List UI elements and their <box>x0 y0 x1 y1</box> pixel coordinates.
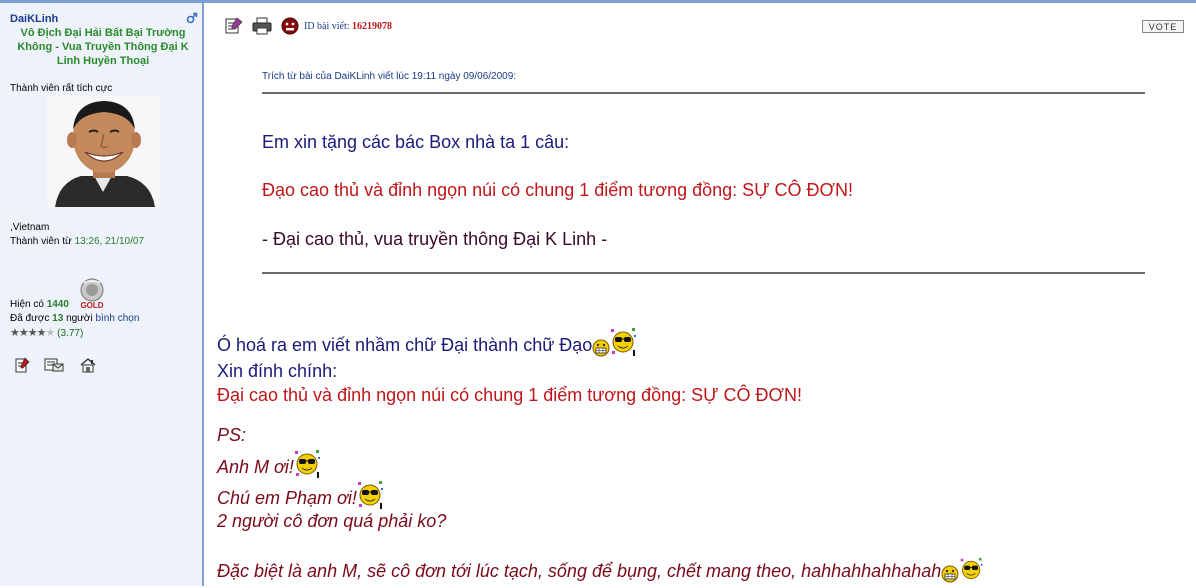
report-icon[interactable] <box>281 17 299 35</box>
edit-post-icon[interactable] <box>224 17 244 35</box>
ps-line-2-text: Chú em Phạm ơi! <box>217 488 357 508</box>
member-rank: Thành viên rất tích cực <box>10 83 113 94</box>
post-line-3: Đại cao thủ và đỉnh ngọn núi có chung 1 … <box>217 385 802 405</box>
avatar[interactable] <box>47 96 160 207</box>
join-date-value: 13:26, 21/10/07 <box>74 236 145 247</box>
ps-line-4: Đặc biệt là anh M, sẽ cô đơn tới lúc tạc… <box>217 557 985 588</box>
gold-badge-label: GOLD <box>80 301 103 310</box>
rating: ★★★★★ (3.77) <box>10 326 83 339</box>
cool-smiley-icon <box>357 480 385 515</box>
star-icon: ★ <box>27 327 38 339</box>
voters-count: 13 <box>52 313 64 324</box>
post-line-1-text: Ó hoá ra em viết nhầm chữ Đại thành chữ … <box>217 335 593 355</box>
user-location: ,Vietnam <box>10 222 50 233</box>
ps-line-2: Chú em Phạm ơi! <box>217 480 385 515</box>
ps-line-1-text: Anh M ơi! <box>217 457 294 477</box>
gold-badge-icon: GOLD <box>80 278 104 310</box>
ps-line-3: 2 người cô đơn quá phải ko? <box>217 511 447 531</box>
ps-label: PS: <box>217 425 247 445</box>
join-date-label: Thành viên từ <box>10 236 72 247</box>
profile-actions <box>14 357 107 378</box>
star-icon: ★ <box>18 327 29 339</box>
message-icon[interactable] <box>44 357 64 378</box>
user-title: Vô Địch Đại Hải Bất Bại Trường Không - V… <box>17 27 189 67</box>
post-line-1: Ó hoá ra em viết nhầm chữ Đại thành chữ … <box>217 327 638 362</box>
star-icon: ★ <box>10 327 20 339</box>
home-icon[interactable] <box>79 357 97 378</box>
star-empty-icon: ★ <box>45 327 56 339</box>
post-id: ID bài viết: 16219078 <box>304 21 392 32</box>
profile-icon[interactable] <box>14 357 30 378</box>
quote-line-2: Đạo cao thủ và đỉnh ngọn núi có chung 1 … <box>262 180 853 200</box>
post-id-label: ID bài viết: <box>304 21 350 32</box>
ps-line-1: Anh M ơi! <box>217 449 322 484</box>
join-date: Thành viên từ 13:26, 21/10/07 <box>10 236 144 247</box>
points-value: 1440 <box>46 299 69 310</box>
voters-suffix: người <box>66 313 93 324</box>
vote-link[interactable]: bình chọn <box>95 313 139 324</box>
rating-value: (3.77) <box>57 328 84 339</box>
quote-header: Trích từ bài của DaiKLinh viết lúc 19:11… <box>262 71 517 82</box>
ps-line-4-text: Đặc biệt là anh M, sẽ cô đơn tới lúc tạc… <box>217 561 942 581</box>
user-sidebar: DaiKLinh Vô Địch Đại Hải Bất Bại Trường … <box>0 3 204 586</box>
username-link[interactable]: DaiKLinh <box>10 13 58 25</box>
cool-smiley-icon <box>959 557 985 588</box>
star-icon: ★ <box>36 327 47 339</box>
cool-smiley-icon <box>610 327 638 362</box>
cool-smiley-icon <box>294 449 322 484</box>
voters-prefix: Đã được <box>10 313 50 324</box>
print-icon[interactable] <box>252 17 272 35</box>
grin-smiley-icon <box>941 565 959 588</box>
vote-button[interactable]: VOTE <box>1142 20 1184 33</box>
points: Hiện có 1440 <box>10 299 69 310</box>
quote-divider-bottom <box>262 272 1145 274</box>
grin-smiley-icon <box>592 339 610 362</box>
post-id-value: 16219078 <box>352 21 393 32</box>
post-line-2: Xin đính chính: <box>217 361 338 381</box>
quote-line-3: - Đại cao thủ, vua truyền thông Đại K Li… <box>262 229 608 249</box>
points-label: Hiện có <box>10 299 44 310</box>
rating-stars: ★★★★★ <box>10 327 56 339</box>
quote-line-1: Em xin tặng các bác Box nhà ta 1 câu: <box>262 132 570 152</box>
gender-male-icon <box>186 12 198 24</box>
quote-divider-top <box>262 92 1145 94</box>
voters: Đã được 13 người bình chọn <box>10 313 139 324</box>
